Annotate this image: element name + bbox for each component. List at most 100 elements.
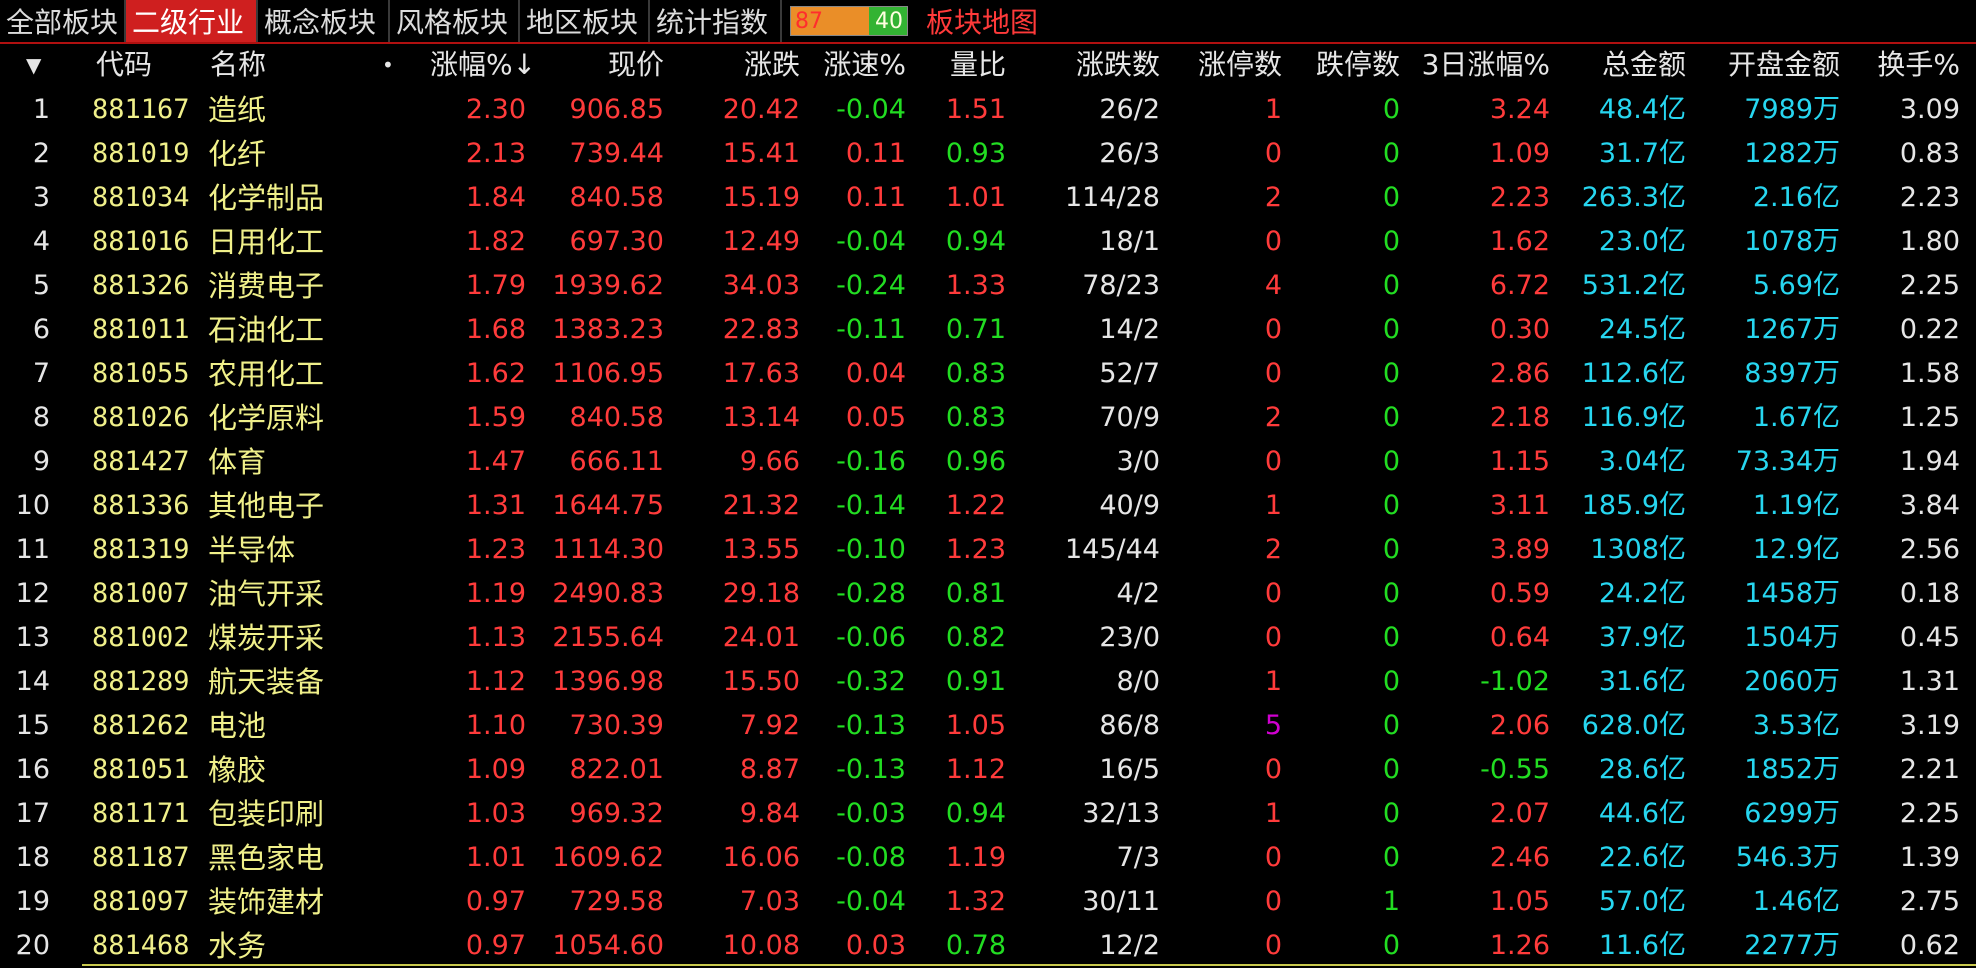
table-row[interactable]: 3 881034 化学制品 1.84 840.58 15.19 0.11 1.01 114/28…: [0, 176, 1976, 220]
header-vol-ratio[interactable]: 量比: [940, 44, 1006, 86]
header-open-amount[interactable]: 开盘金额: [1708, 44, 1840, 86]
price: 969.32: [569, 798, 664, 829]
sector-code: 881026: [92, 402, 190, 433]
speed: -0.28: [836, 578, 906, 609]
header-amount[interactable]: 总金额: [1586, 44, 1686, 86]
sector-name: 黑色家电: [208, 841, 325, 875]
change: 29.18: [722, 578, 800, 609]
table-row[interactable]: 8 881026 化学原料 1.59 840.58 13.14 0.05 0.83 70/9 2 0…: [0, 396, 1976, 440]
tab-style-sectors[interactable]: 风格板块: [390, 0, 520, 42]
table-row[interactable]: 18 881187 黑色家电 1.01 1609.62 16.06 -0.08 1.19 7/3…: [0, 836, 1976, 880]
sector-name: 化学原料: [208, 401, 325, 435]
header-change-pct[interactable]: 涨幅%↓: [430, 44, 536, 86]
limit-down-count: 0: [1382, 314, 1400, 345]
price: 1609.62: [552, 842, 664, 873]
up-down-count: 4/2: [1116, 578, 1160, 609]
table-row[interactable]: 1 881167 造纸 2.30 906.85 20.42 -0.04 1.51 26/2 1 0 3…: [0, 88, 1976, 132]
speed: -0.04: [836, 94, 906, 125]
open-amount: 5.69亿: [1752, 270, 1840, 301]
change: 8.87: [739, 754, 800, 785]
limit-up-count: 0: [1264, 314, 1282, 345]
change: 21.32: [722, 490, 800, 521]
open-amount: 1267万: [1744, 314, 1840, 345]
total-amount: 263.3亿: [1581, 182, 1686, 213]
tab-secondary-industry[interactable]: 二级行业: [126, 0, 258, 42]
change-pct: 1.79: [465, 270, 526, 301]
speed: -0.06: [836, 622, 906, 653]
table-row[interactable]: 7 881055 农用化工 1.62 1106.95 17.63 0.04 0.83 52/7 0…: [0, 352, 1976, 396]
table-row[interactable]: 20 881468 水务 0.97 1054.60 10.08 0.03 0.78 12/2 0 0…: [0, 924, 1976, 968]
sector-name: 半导体: [208, 533, 296, 567]
change-pct: 0.97: [465, 886, 526, 917]
header-limit-up[interactable]: 涨停数: [1182, 44, 1282, 86]
change: 12.49: [722, 226, 800, 257]
table-row[interactable]: 17 881171 包装印刷 1.03 969.32 9.84 -0.03 0.94 32/13…: [0, 792, 1976, 836]
table-row[interactable]: 9 881427 体育 1.47 666.11 9.66 -0.16 0.96 3/0 0 0 1.1…: [0, 440, 1976, 484]
speed: 0.11: [845, 182, 906, 213]
tab-concept-sectors[interactable]: 概念板块: [258, 0, 390, 42]
table-row[interactable]: 2 881019 化纤 2.13 739.44 15.41 0.11 0.93 26/3 0 0 1.…: [0, 132, 1976, 176]
total-amount: 628.0亿: [1581, 710, 1686, 741]
total-amount: 116.9亿: [1581, 402, 1686, 433]
table-row[interactable]: 4 881016 日用化工 1.82 697.30 12.49 -0.04 0.94 18/1 0…: [0, 220, 1976, 264]
limit-down-count: 0: [1382, 94, 1400, 125]
change: 22.83: [722, 314, 800, 345]
three-day-change: 2.23: [1489, 182, 1550, 213]
change-pct: 1.03: [465, 798, 526, 829]
sector-code: 881427: [92, 446, 190, 477]
table-row[interactable]: 6 881011 石油化工 1.68 1383.23 22.83 -0.11 0.71 14/2…: [0, 308, 1976, 352]
table-bottom-line: [82, 964, 1976, 966]
price: 666.11: [569, 446, 664, 477]
change: 20.42: [722, 94, 800, 125]
tab-all-sectors[interactable]: 全部板块: [0, 0, 126, 42]
table-row[interactable]: 11 881319 半导体 1.23 1114.30 13.55 -0.10 1.23 145/…: [0, 528, 1976, 572]
turnover: 2.75: [1899, 886, 1960, 917]
price: 906.85: [569, 94, 664, 125]
table-row[interactable]: 19 881097 装饰建材 0.97 729.58 7.03 -0.04 1.32 30/11…: [0, 880, 1976, 924]
header-code[interactable]: 代码: [96, 44, 152, 86]
header-turnover[interactable]: 换手%: [1868, 44, 1960, 86]
price: 1054.60: [552, 930, 664, 961]
three-day-change: 0.59: [1489, 578, 1550, 609]
table-row[interactable]: 12 881007 油气开采 1.19 2490.83 29.18 -0.28 0.81 4/2…: [0, 572, 1976, 616]
up-down-count: 32/13: [1082, 798, 1160, 829]
table-row[interactable]: 16 881051 橡胶 1.09 822.01 8.87 -0.13 1.12 16/5 0 0 -…: [0, 748, 1976, 792]
table-row[interactable]: 10 881336 其他电子 1.31 1644.75 21.32 -0.14 1.22 40/…: [0, 484, 1976, 528]
header-3day-change[interactable]: 3日涨幅%: [1416, 44, 1550, 86]
limit-up-count: 0: [1264, 578, 1282, 609]
price: 730.39: [569, 710, 664, 741]
row-index: 19: [15, 886, 50, 917]
sector-name: 油气开采: [208, 577, 325, 611]
header-price[interactable]: 现价: [580, 44, 664, 86]
ratio-bar: 87 40: [790, 6, 908, 36]
sector-map-link[interactable]: 板块地图: [926, 0, 1038, 42]
limit-down-count: 0: [1382, 930, 1400, 961]
tab-statistics-index[interactable]: 统计指数: [650, 0, 782, 42]
turnover: 1.58: [1899, 358, 1960, 389]
limit-down-count: 0: [1382, 578, 1400, 609]
up-down-count: 12/2: [1099, 930, 1160, 961]
table-row[interactable]: 13 881002 煤炭开采 1.13 2155.64 24.01 -0.06 0.82 23/…: [0, 616, 1976, 660]
tab-region-sectors[interactable]: 地区板块: [520, 0, 650, 42]
volume-ratio: 1.32: [945, 886, 1006, 917]
sector-name: 电池: [208, 709, 267, 743]
ratio-down-count: 40: [868, 7, 907, 35]
change-pct: 1.12: [465, 666, 526, 697]
three-day-change: 3.11: [1489, 490, 1550, 521]
header-change[interactable]: 涨跌: [720, 44, 800, 86]
table-row[interactable]: 14 881289 航天装备 1.12 1396.98 15.50 -0.32 0.91 8/0…: [0, 660, 1976, 704]
three-day-change: 3.89: [1489, 534, 1550, 565]
limit-down-count: 0: [1382, 534, 1400, 565]
row-index: 1: [32, 94, 50, 125]
column-menu-icon[interactable]: ▼: [26, 44, 41, 86]
open-amount: 1458万: [1744, 578, 1840, 609]
header-speed[interactable]: 涨速%: [814, 44, 906, 86]
price: 697.30: [569, 226, 664, 257]
table-row[interactable]: 15 881262 电池 1.10 730.39 7.92 -0.13 1.05 86/8 5 0 2…: [0, 704, 1976, 748]
header-up-down[interactable]: 涨跌数: [1060, 44, 1160, 86]
table-row[interactable]: 5 881326 消费电子 1.79 1939.62 34.03 -0.24 1.33 78/2…: [0, 264, 1976, 308]
change-pct: 2.30: [465, 94, 526, 125]
header-name[interactable]: 名称: [210, 44, 266, 86]
limit-up-count: 1: [1264, 798, 1282, 829]
header-limit-down[interactable]: 跌停数: [1300, 44, 1400, 86]
